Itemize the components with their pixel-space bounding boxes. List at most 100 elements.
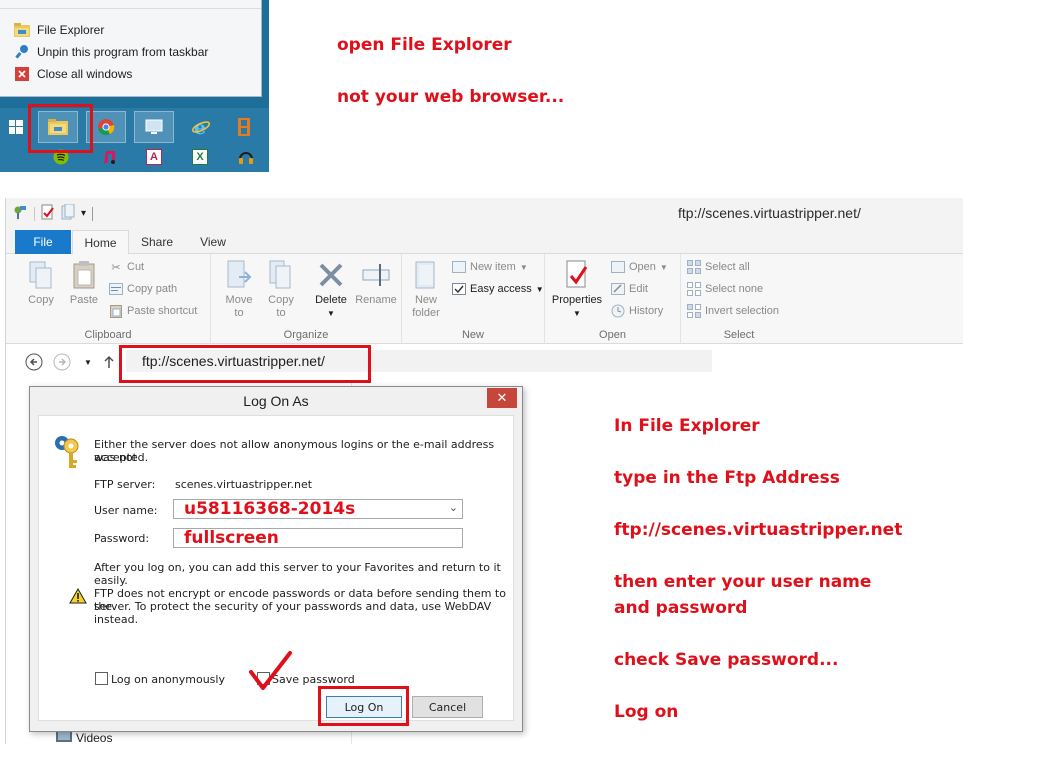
cut-button[interactable]: ✂ Cut — [109, 258, 144, 276]
new-item-label: New item — [470, 261, 516, 273]
username-value: u58116368-2014s — [184, 499, 356, 519]
taskbar-media-button[interactable] — [226, 111, 262, 143]
tab-home[interactable]: Home — [72, 230, 129, 255]
access-icon[interactable]: A — [146, 149, 162, 165]
annotation-enter-user-name: then enter your user name — [614, 572, 872, 592]
paste-shortcut-button[interactable]: Paste shortcut — [109, 302, 197, 320]
spotify-icon[interactable] — [53, 149, 69, 165]
taskbar: e A X — [0, 108, 269, 172]
invert-selection-icon — [687, 304, 701, 318]
log-on-anonymously-checkbox[interactable] — [95, 672, 108, 685]
ribbon-group-clipboard: Copy Paste ✂ Cut Copy path Paste shortcu… — [6, 254, 211, 344]
svg-text:e: e — [194, 117, 206, 137]
ribbon-tabs: File Home Share View — [6, 228, 963, 255]
title-bar: ▾ ftp://scenes.virtuastripper.net/ — [6, 198, 963, 228]
music-app-icon[interactable] — [101, 149, 117, 165]
copy-to-label: Copy — [268, 294, 294, 306]
chevron-down-icon[interactable]: ⌄ — [449, 501, 458, 514]
taskbar-file-explorer-button[interactable] — [38, 111, 78, 143]
move-to-button[interactable]: Move to — [217, 258, 261, 320]
rename-icon — [360, 258, 392, 292]
copy-path-icon — [109, 282, 123, 296]
edit-button[interactable]: Edit — [611, 280, 648, 298]
dialog-title: Log On As — [243, 393, 309, 409]
username-field[interactable]: u58116368-2014s ⌄ — [173, 499, 463, 519]
customize-qat-icon[interactable]: ▾ — [81, 208, 86, 219]
properties-dropdown-icon: ▼ — [573, 309, 581, 318]
copy-path-button[interactable]: Copy path — [109, 280, 177, 298]
new-item-dropdown-icon: ▼ — [519, 262, 528, 272]
forward-button[interactable] — [52, 352, 72, 372]
unpin-icon — [14, 44, 30, 60]
properties-button[interactable]: Properties ▼ — [551, 258, 603, 320]
easy-access-button[interactable]: Easy access ▼ — [452, 280, 544, 298]
new-folder-quick-icon[interactable] — [61, 203, 75, 223]
dialog-close-button[interactable]: ✕ — [487, 388, 517, 408]
qat-divider — [92, 206, 94, 221]
ribbon: Copy Paste ✂ Cut Copy path Paste shortcu… — [6, 254, 963, 344]
history-icon — [611, 304, 625, 318]
properties-check-icon[interactable] — [41, 204, 55, 223]
new-folder-label-2: folder — [412, 307, 440, 319]
taskbar-chrome-button[interactable] — [86, 111, 126, 143]
new-folder-button[interactable]: New folder — [404, 258, 448, 320]
select-none-label: Select none — [705, 283, 764, 295]
ftp-server-value: scenes.virtuastripper.net — [175, 478, 313, 491]
jump-list-item-label: Close all windows — [37, 67, 133, 81]
back-button[interactable] — [24, 352, 44, 372]
ribbon-group-organize: Move to Copy to Delete ▼ Rename Organize — [211, 254, 402, 344]
properties-quick-icon[interactable] — [12, 204, 28, 223]
start-button[interactable] — [4, 111, 28, 143]
cancel-button[interactable]: Cancel — [412, 696, 483, 718]
annotation-and-password: and password — [614, 598, 748, 618]
log-on-button[interactable]: Log On — [326, 696, 402, 718]
nav-item-videos[interactable]: Videos — [56, 730, 112, 744]
tab-share[interactable]: Share — [134, 230, 180, 254]
jump-list-item-unpin[interactable]: Unpin this program from taskbar — [14, 42, 208, 62]
ftp-server-label: FTP server: — [94, 478, 156, 491]
tab-file[interactable]: File — [15, 230, 71, 254]
headphones-icon[interactable] — [238, 149, 254, 165]
intro-text-line-2: accepted. — [94, 451, 149, 464]
invert-selection-button[interactable]: Invert selection — [687, 302, 779, 320]
select-all-button[interactable]: Select all — [687, 258, 750, 276]
excel-icon[interactable]: X — [192, 149, 208, 165]
up-button[interactable] — [99, 352, 119, 372]
copy-to-button[interactable]: Copy to — [259, 258, 303, 320]
select-none-button[interactable]: Select none — [687, 280, 763, 298]
invert-selection-label: Invert selection — [705, 305, 779, 317]
keys-icon — [53, 434, 81, 473]
annotation-in-file-explorer: In File Explorer — [614, 416, 760, 436]
ribbon-group-new: New folder New item ▼ Easy access ▼ New — [402, 254, 545, 344]
easy-access-icon — [452, 282, 466, 296]
open-button[interactable]: Open ▼ — [611, 258, 668, 276]
new-item-button[interactable]: New item ▼ — [452, 258, 528, 276]
quick-access-toolbar: ▾ — [12, 203, 94, 223]
jump-list-item-file-explorer[interactable]: File Explorer — [14, 20, 104, 40]
annotation-log-on: Log on — [614, 702, 679, 722]
edit-label: Edit — [629, 283, 648, 295]
copy-button[interactable]: Copy — [19, 258, 63, 307]
up-arrow-icon — [104, 355, 114, 368]
log-on-anonymously-label: Log on anonymously — [111, 673, 225, 686]
select-all-label: Select all — [705, 261, 750, 273]
recent-locations-button[interactable]: ▼ — [78, 352, 98, 372]
tab-view[interactable]: View — [190, 230, 236, 254]
rename-button[interactable]: Rename — [354, 258, 398, 307]
jump-list-item-close-all[interactable]: Close all windows — [14, 64, 132, 84]
delete-button[interactable]: Delete ▼ — [309, 258, 353, 320]
password-label: Password: — [94, 532, 150, 545]
properties-icon — [561, 258, 593, 292]
paste-shortcut-icon — [109, 304, 123, 318]
password-field[interactable]: fullscreen — [173, 528, 463, 548]
taskbar-remote-desktop-button[interactable] — [134, 111, 174, 143]
delete-dropdown-icon: ▼ — [327, 309, 335, 318]
history-button[interactable]: History — [611, 302, 663, 320]
ribbon-group-open: Properties ▼ Open ▼ Edit History Open — [545, 254, 681, 344]
address-bar[interactable]: ftp://scenes.virtuastripper.net/ — [126, 350, 712, 372]
address-row: ▼ ftp://scenes.virtuastripper.net/ — [6, 344, 963, 380]
favorites-note: After you log on, you can add this serve… — [94, 561, 501, 587]
properties-label: Properties — [551, 294, 603, 306]
paste-button[interactable]: Paste — [62, 258, 106, 307]
taskbar-ie-button[interactable]: e — [181, 111, 221, 143]
